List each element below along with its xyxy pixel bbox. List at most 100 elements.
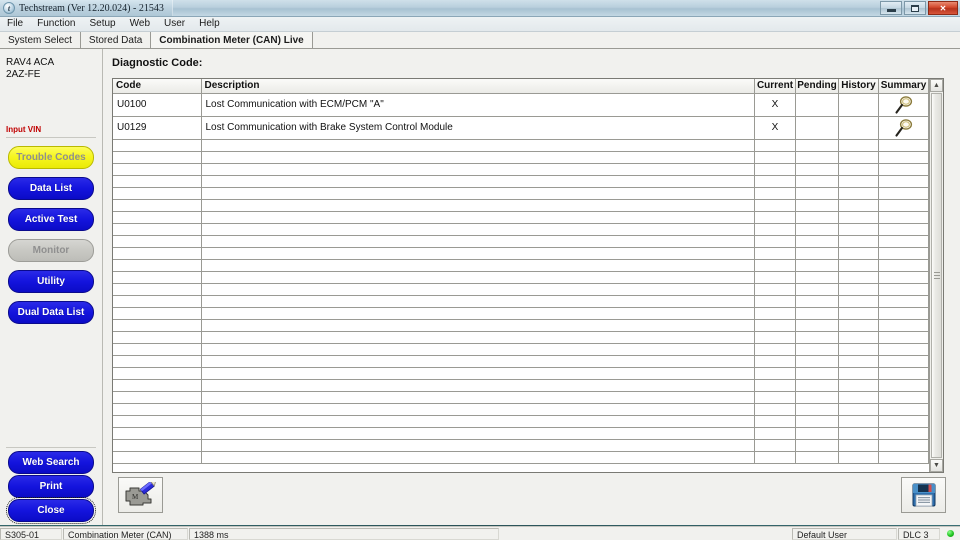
sidebar-button-web-search[interactable]: Web Search	[8, 451, 94, 474]
table-row-empty[interactable]	[113, 427, 929, 440]
scroll-down-arrow-icon[interactable]: ▼	[930, 459, 943, 472]
table-row-empty[interactable]	[113, 175, 929, 188]
cell-history	[838, 391, 879, 404]
column-header-description[interactable]: Description	[201, 79, 755, 94]
menu-item-web[interactable]: Web	[123, 17, 157, 31]
table-row-empty[interactable]	[113, 367, 929, 380]
table-row-empty[interactable]	[113, 199, 929, 212]
cell-history	[838, 247, 879, 260]
table-row-empty[interactable]	[113, 235, 929, 248]
cell-summary	[878, 175, 929, 188]
sidebar-button-trouble-codes[interactable]: Trouble Codes	[8, 146, 94, 169]
diagnostic-code-table-wrapper: Code Description Current Pending History…	[112, 78, 944, 473]
table-vertical-scrollbar[interactable]: ▲ ▼	[929, 79, 943, 472]
window-titlebar: t Techstream (Ver 12.20.024) - 21543 ✕	[0, 0, 960, 17]
table-row-empty[interactable]	[113, 307, 929, 320]
sidebar-button-print[interactable]: Print	[8, 475, 94, 498]
cell-current	[754, 271, 796, 284]
column-header-current[interactable]: Current	[754, 79, 796, 94]
table-row-empty[interactable]	[113, 451, 929, 464]
magnifier-icon[interactable]	[893, 95, 915, 115]
minimize-button[interactable]	[880, 1, 902, 15]
vehicle-info: RAV4 ACA 2AZ-FE	[0, 49, 102, 81]
table-row-empty[interactable]	[113, 223, 929, 236]
cell-history	[838, 283, 879, 296]
table-row-empty[interactable]	[113, 379, 929, 392]
sidebar-button-dual-data-list[interactable]: Dual Data List	[8, 301, 94, 324]
column-header-code[interactable]: Code	[113, 79, 202, 94]
table-row[interactable]: U0100 Lost Communication with ECM/PCM "A"…	[113, 93, 929, 117]
window-controls: ✕	[880, 1, 958, 15]
table-row-empty[interactable]	[113, 271, 929, 284]
cell-pending	[795, 259, 839, 272]
cell-description	[201, 151, 755, 164]
tab-stored-data[interactable]: Stored Data	[81, 32, 152, 48]
cell-history	[838, 211, 879, 224]
engine-data-button[interactable]: M	[118, 477, 163, 513]
cell-current	[754, 295, 796, 308]
sidebar-button-active-test[interactable]: Active Test	[8, 208, 94, 231]
table-row-empty[interactable]	[113, 187, 929, 200]
input-vin-link[interactable]: Input VIN	[6, 125, 41, 134]
table-row-empty[interactable]	[113, 355, 929, 368]
save-button[interactable]	[901, 477, 946, 513]
cell-summary	[878, 211, 929, 224]
scroll-up-arrow-icon[interactable]: ▲	[930, 79, 943, 92]
table-row-empty[interactable]	[113, 391, 929, 404]
cell-current: X	[754, 116, 796, 140]
menu-item-function[interactable]: Function	[30, 17, 82, 31]
table-row-empty[interactable]	[113, 139, 929, 152]
table-row-empty[interactable]	[113, 163, 929, 176]
table-row-empty[interactable]	[113, 295, 929, 308]
cell-history	[838, 116, 879, 140]
table-row[interactable]: U0129 Lost Communication with Brake Syste…	[113, 116, 929, 140]
cell-pending	[795, 295, 839, 308]
table-row-empty[interactable]	[113, 319, 929, 332]
table-row-empty[interactable]	[113, 247, 929, 260]
tab-combination-meter-can-live[interactable]: Combination Meter (CAN) Live	[151, 32, 313, 48]
menu-item-help[interactable]: Help	[192, 17, 227, 31]
cell-summary[interactable]	[878, 116, 929, 140]
menu-item-setup[interactable]: Setup	[82, 17, 122, 31]
cell-current	[754, 439, 796, 452]
tab-bar: System Select Stored Data Combination Me…	[0, 32, 960, 49]
cell-history	[838, 187, 879, 200]
cell-code	[113, 223, 202, 236]
column-header-summary[interactable]: Summary	[878, 79, 929, 94]
cell-code	[113, 343, 202, 356]
menu-item-file[interactable]: File	[0, 17, 30, 31]
cell-pending	[795, 451, 839, 464]
cell-history	[838, 175, 879, 188]
sidebar-button-data-list[interactable]: Data List	[8, 177, 94, 200]
cell-history	[838, 451, 879, 464]
table-row-empty[interactable]	[113, 403, 929, 416]
table-row-empty[interactable]	[113, 211, 929, 224]
cell-history	[838, 331, 879, 344]
column-header-pending[interactable]: Pending	[795, 79, 839, 94]
cell-current	[754, 391, 796, 404]
table-row-empty[interactable]	[113, 259, 929, 272]
table-row-empty[interactable]	[113, 331, 929, 344]
vehicle-model: RAV4 ACA	[6, 57, 55, 68]
table-row-empty[interactable]	[113, 415, 929, 428]
cell-summary[interactable]	[878, 93, 929, 117]
maximize-restore-button[interactable]	[904, 1, 926, 15]
close-button[interactable]: ✕	[928, 1, 958, 15]
cell-pending	[795, 379, 839, 392]
table-row-empty[interactable]	[113, 439, 929, 452]
table-row-empty[interactable]	[113, 151, 929, 164]
column-header-history[interactable]: History	[838, 79, 879, 94]
floppy-save-icon	[912, 483, 935, 507]
sidebar-button-close[interactable]: Close	[6, 497, 96, 524]
table-row-empty[interactable]	[113, 283, 929, 296]
tab-system-select[interactable]: System Select	[0, 32, 81, 48]
table-row-empty[interactable]	[113, 343, 929, 356]
menu-item-user[interactable]: User	[157, 17, 192, 31]
scrollbar-thumb[interactable]	[931, 93, 942, 458]
magnifier-icon[interactable]	[893, 118, 915, 138]
sidebar-divider-top	[6, 137, 96, 138]
cell-description	[201, 343, 755, 356]
sidebar-button-utility[interactable]: Utility	[8, 270, 94, 293]
cell-pending	[795, 439, 839, 452]
cell-code	[113, 163, 202, 176]
